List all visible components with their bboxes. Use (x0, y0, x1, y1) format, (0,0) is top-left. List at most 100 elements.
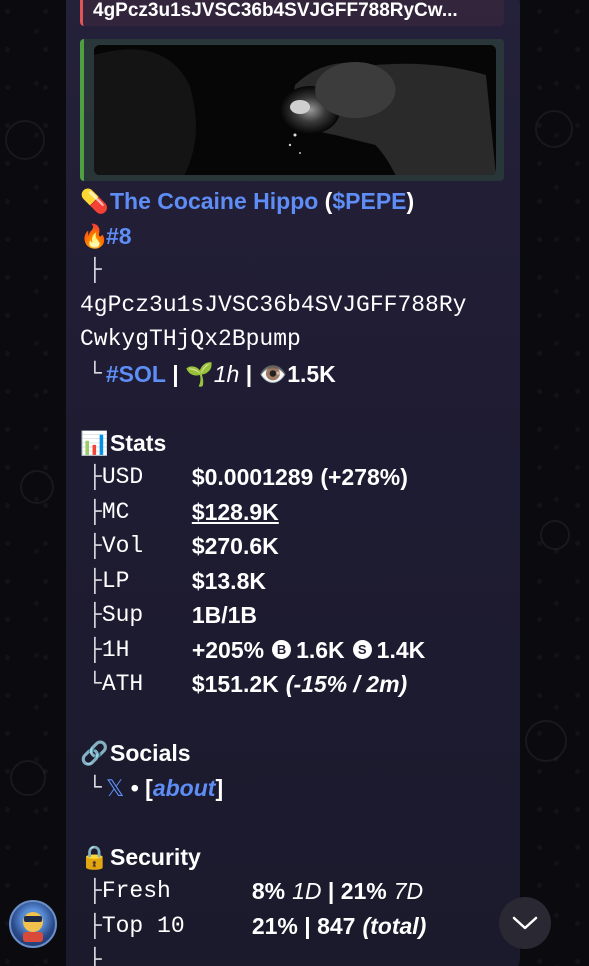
wallpaper-doodle (540, 520, 570, 550)
address-line-1[interactable]: 4gPcz3u1sJVSC36b4SVJGFF788Ry (80, 288, 510, 323)
eye-icon: 👁️ (258, 360, 288, 387)
hippo-image[interactable] (94, 45, 496, 175)
paren-close: ) (406, 188, 415, 214)
stats-row-sup: ├ Sup 1B/1B (80, 598, 510, 633)
bullet-separator: • [ (124, 774, 153, 801)
mc-label: MC (101, 498, 130, 525)
h1-change: +205% (191, 636, 265, 663)
stats-row-mc: ├ MC $128.9K (80, 495, 510, 530)
tree-end-icon: └ (88, 360, 102, 387)
rank-link[interactable]: #8 (106, 219, 132, 254)
stats-row-usd: ├ USD $0.0001289 (+278%) (80, 460, 510, 495)
tree-branch-icon: ├ (88, 947, 102, 966)
usd-change: (+278%) (320, 464, 408, 490)
reply-quote[interactable]: 4gPcz3u1sJVSC36b4SVJGFF788RyCw... (80, 0, 504, 26)
mc-value-link[interactable]: $128.9K (192, 495, 279, 530)
avatar-art (23, 912, 43, 942)
buy-icon: B (272, 640, 292, 660)
stats-row-ath: └ ATH $151.2K (-15% / 2m) (80, 667, 510, 702)
bar-chart-icon: 📊 (80, 429, 109, 456)
token-name-link[interactable]: The Cocaine Hippo (110, 184, 318, 219)
stats-row-vol: ├ Vol $270.6K (80, 529, 510, 564)
tree-branch-icon: ├ (88, 257, 102, 283)
address-line-2[interactable]: CwkygTHjQx2Bpump (80, 322, 510, 357)
h1-buy: 1.6K (296, 636, 345, 663)
fresh-7d-unit: 7D (393, 878, 424, 904)
token-ticker-link[interactable]: $PEPE (332, 184, 406, 219)
separator: | (297, 912, 318, 939)
tree-branch-icon: ├ (88, 878, 102, 904)
ath-detail: (-15% / 2m) (285, 671, 408, 697)
chain-link[interactable]: #SOL (106, 357, 166, 392)
tree-branch-icon: ├ (88, 498, 102, 525)
fire-icon: 🔥 (80, 222, 109, 249)
token-title-line: 💊 The Cocaine Hippo ( $PEPE ) (80, 184, 510, 219)
wallpaper-doodle (525, 720, 567, 762)
stats-header: 📊 Stats (80, 426, 510, 461)
lock-icon: 🔒 (80, 843, 109, 870)
about-link[interactable]: about (153, 771, 216, 806)
top10-total: 847 (317, 912, 356, 939)
vol-value: $270.6K (191, 533, 279, 559)
separator: | (239, 360, 259, 387)
pill-icon: 💊 (80, 188, 109, 214)
tree-branch-icon: ├ (88, 533, 102, 559)
bracket-close: ] (215, 774, 224, 801)
fresh-label: Fresh (101, 878, 171, 904)
stats-title: Stats (110, 429, 167, 456)
ath-label: ATH (101, 671, 144, 697)
wallpaper-doodle (20, 470, 54, 504)
tree-branch-icon: ├ (88, 567, 102, 594)
fresh-1d-value: 8% (251, 878, 286, 904)
separator: | (165, 360, 186, 387)
tree-branch-icon: ├ (88, 636, 102, 663)
tree-branch-icon: ├ (88, 602, 102, 628)
tree-end-icon: └ (88, 774, 102, 801)
token-meta-line: └ #SOL | 🌱 1h | 👁️ 1.5K (80, 357, 510, 392)
sender-avatar[interactable] (9, 900, 57, 948)
rank-line: 🔥 #8 (80, 219, 510, 254)
stats-row-lp: ├ LP $13.8K (80, 564, 510, 599)
link-preview[interactable] (80, 39, 504, 181)
tree-branch-icon: ├ (88, 464, 102, 490)
wallpaper-doodle (5, 120, 45, 160)
sup-value: 1B/1B (191, 602, 258, 628)
separator: | (321, 878, 341, 904)
message-bubble[interactable]: 4gPcz3u1sJVSC36b4SVJGFF788RyCw... 💊 The … (66, 0, 520, 966)
tree-end-icon: └ (88, 671, 102, 697)
vol-label: Vol (101, 533, 144, 559)
lp-label: LP (101, 567, 130, 594)
fresh-1d-unit: 1D (292, 878, 322, 904)
token-age: 1h (213, 360, 240, 387)
socials-header: 🔗 Socials (80, 736, 510, 771)
security-row-top10: ├ Top 10 21% | 847 (total) (80, 909, 510, 944)
security-row-fresh: ├ Fresh 8% 1D | 21% 7D (80, 874, 510, 909)
h1-label: 1H (101, 636, 130, 663)
link-icon: 🔗 (80, 740, 109, 766)
sup-label: Sup (101, 602, 144, 628)
seedling-icon: 🌱 (185, 360, 214, 387)
lp-value: $13.8K (191, 567, 266, 594)
top10-total-label: (total) (362, 912, 427, 939)
message-content: 💊 The Cocaine Hippo ( $PEPE ) 🔥 #8 ├ 4gP… (80, 184, 510, 966)
socials-row: └ 𝕏 • [ about ] (80, 771, 510, 806)
hippo-image-art (94, 45, 496, 175)
stats-row-1h: ├ 1H +205% B 1.6K S 1.4K (80, 633, 510, 668)
reply-text: 4gPcz3u1sJVSC36b4SVJGFF788RyCw... (93, 0, 458, 21)
wallpaper-doodle (10, 760, 46, 796)
address-branch-line: ├ (80, 253, 510, 288)
sell-icon: S (352, 640, 372, 660)
scroll-down-button[interactable] (499, 897, 551, 949)
chevron-down-icon (512, 916, 538, 930)
paren-open: ( (318, 188, 333, 214)
tree-branch-icon: ├ (88, 912, 102, 939)
socials-title: Socials (110, 740, 191, 766)
ath-value: $151.2K (191, 671, 279, 697)
top10-value: 21% (251, 912, 298, 939)
security-title: Security (110, 843, 201, 870)
x-link[interactable]: 𝕏 (106, 771, 125, 806)
top10-label: Top 10 (101, 912, 185, 939)
